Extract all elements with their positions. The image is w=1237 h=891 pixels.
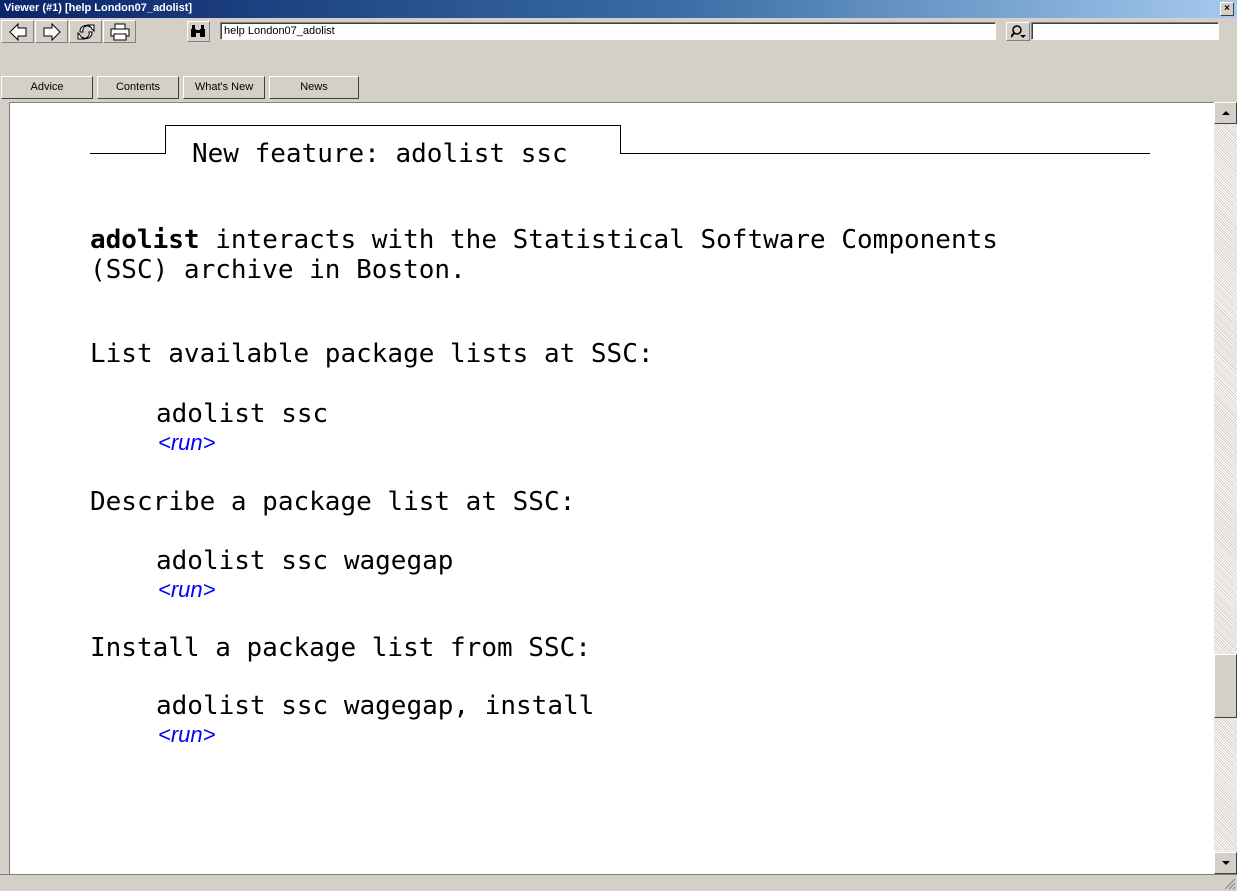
- back-button[interactable]: [1, 20, 34, 43]
- close-button[interactable]: ×: [1220, 2, 1234, 16]
- intro-text: interacts with the Statistical Software …: [199, 225, 998, 255]
- run-link[interactable]: <run>: [158, 577, 216, 603]
- header-box-left: [165, 125, 166, 154]
- scroll-down-button[interactable]: [1214, 852, 1237, 874]
- arrow-down-icon: [1222, 861, 1230, 865]
- example-command: adolist ssc wagegap: [156, 546, 454, 576]
- search-input[interactable]: [1031, 22, 1219, 40]
- intro-command: adolist: [90, 225, 200, 255]
- toolbar: [0, 18, 1237, 44]
- search-dropdown-icon: [1011, 25, 1026, 38]
- resize-grip-icon[interactable]: [1223, 877, 1236, 890]
- run-link[interactable]: <run>: [158, 722, 216, 748]
- binoculars-icon: [191, 25, 205, 37]
- example-command: adolist ssc: [156, 399, 329, 429]
- section-heading: Describe a package list at SSC:: [90, 487, 576, 517]
- search-button[interactable]: [1006, 22, 1030, 41]
- viewer-window: Viewer (#1) [help London07_adolist] × he…: [0, 0, 1237, 891]
- forward-button[interactable]: [35, 20, 68, 43]
- run-link[interactable]: <run>: [158, 430, 216, 456]
- vertical-scrollbar[interactable]: [1214, 102, 1237, 874]
- header-box-right: [620, 125, 621, 154]
- refresh-button[interactable]: [69, 20, 102, 43]
- scroll-up-button[interactable]: [1214, 102, 1237, 124]
- arrow-right-icon: [43, 23, 61, 41]
- arrow-up-icon: [1222, 111, 1230, 115]
- tab-advice[interactable]: Advice: [1, 76, 93, 99]
- header-rule-left: [90, 153, 165, 154]
- section-heading: List available package lists at SSC:: [90, 339, 654, 369]
- window-title: Viewer (#1) [help London07_adolist]: [4, 2, 193, 14]
- example-command: adolist ssc wagegap, install: [156, 691, 595, 721]
- header-title: New feature: adolist ssc: [192, 139, 568, 169]
- refresh-icon: [77, 24, 95, 40]
- find-button[interactable]: [187, 21, 210, 42]
- tab-bar: Advice Contents What's New News: [0, 76, 1237, 100]
- tab-news[interactable]: News: [269, 76, 359, 99]
- command-input[interactable]: [220, 22, 996, 40]
- header-rule-right: [620, 153, 1150, 154]
- status-bar: [0, 874, 1237, 891]
- intro-line-2: (SSC) archive in Boston.: [90, 255, 466, 285]
- print-button[interactable]: [103, 20, 136, 43]
- tab-contents[interactable]: Contents: [97, 76, 179, 99]
- arrow-left-icon: [9, 23, 27, 41]
- section-heading: Install a package list from SSC:: [90, 633, 591, 663]
- title-bar[interactable]: Viewer (#1) [help London07_adolist] ×: [0, 0, 1237, 18]
- help-content: New feature: adolist ssc adolist interac…: [9, 102, 1214, 874]
- header-box-top: [165, 125, 620, 126]
- intro-line-1: adolist interacts with the Statistical S…: [90, 225, 998, 255]
- scroll-thumb[interactable]: [1214, 654, 1237, 718]
- tab-whats-new[interactable]: What's New: [183, 76, 265, 99]
- printer-icon: [110, 23, 130, 41]
